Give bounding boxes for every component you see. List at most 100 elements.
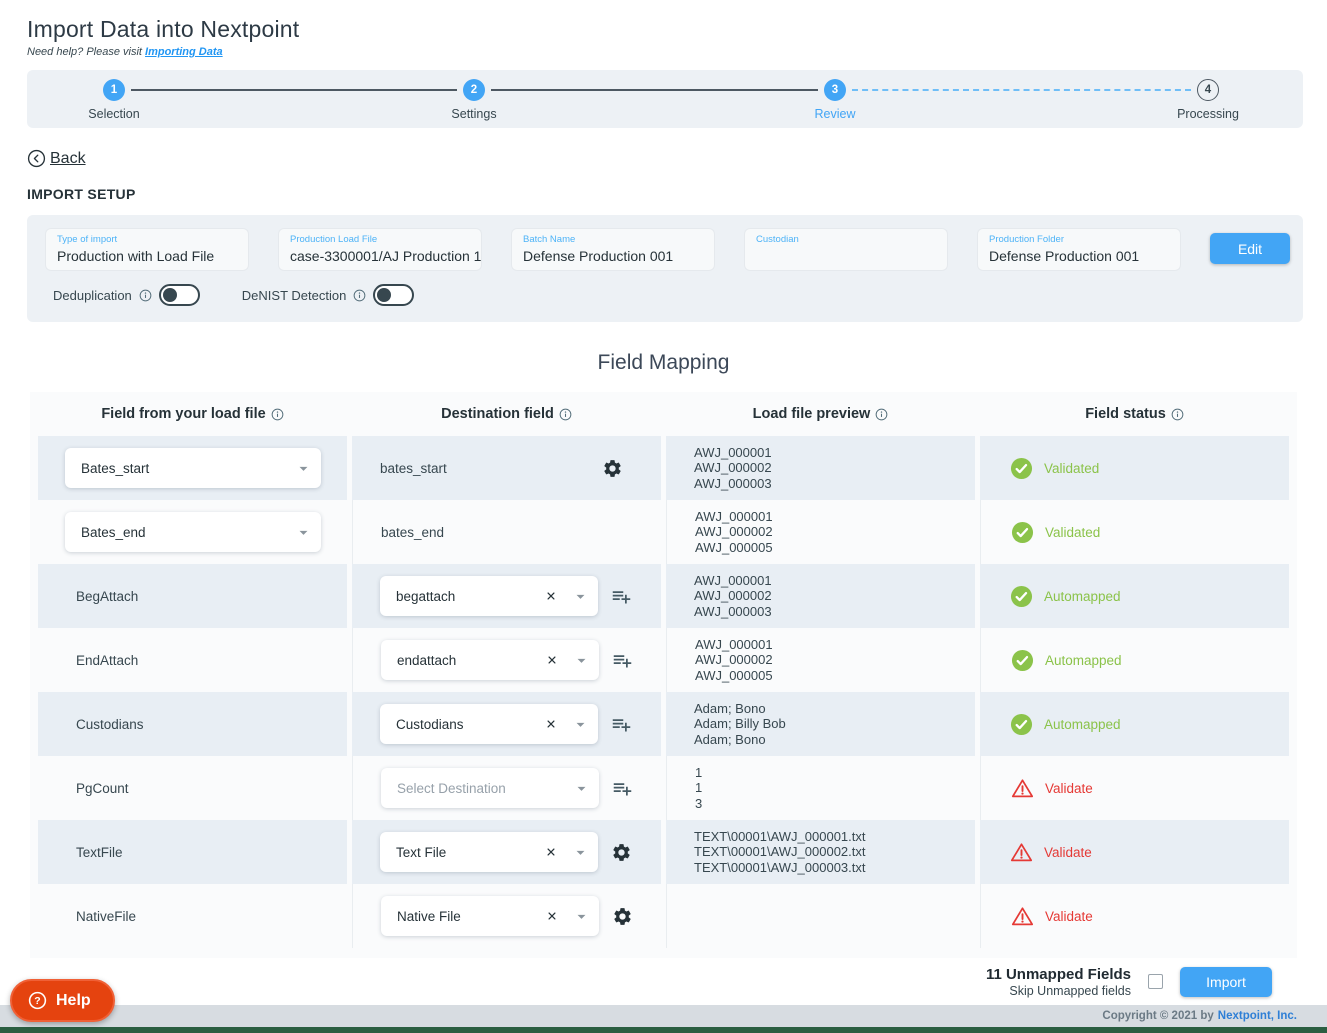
chevron-down-icon	[572, 651, 591, 670]
importing-data-link[interactable]: Importing Data	[145, 46, 223, 58]
clear-icon[interactable]	[546, 719, 556, 729]
clear-icon[interactable]	[546, 847, 556, 857]
info-icon[interactable]	[1171, 408, 1184, 421]
setup-card-batch-name: Batch NameDefense Production 001	[512, 229, 714, 270]
edit-button[interactable]: Edit	[1210, 233, 1290, 264]
cell-load-file-preview: AWJ_000001AWJ_000002AWJ_000003	[666, 436, 975, 500]
info-icon[interactable]	[271, 408, 284, 421]
preview-lines: Adam; BonoAdam; Billy BobAdam; Bono	[694, 701, 786, 748]
preview-line: TEXT\00001\AWJ_000002.txt	[694, 844, 866, 860]
clear-icon[interactable]	[547, 655, 557, 665]
table-header-row: Field from your load fileDestination fie…	[30, 392, 1297, 436]
step-review[interactable]: 3Review	[775, 79, 895, 121]
import-button[interactable]: Import	[1180, 967, 1272, 997]
help-label: Help	[56, 992, 91, 1010]
source-field-name: NativeFile	[38, 909, 136, 924]
info-icon[interactable]	[139, 289, 152, 302]
column-header-label: Destination field	[441, 406, 554, 422]
clear-icon[interactable]	[546, 591, 556, 601]
status-label: Validated	[1044, 461, 1099, 476]
info-icon[interactable]	[875, 408, 888, 421]
cell-destination-field: begattach	[352, 564, 661, 628]
cell-destination-field: Text File	[352, 820, 661, 884]
clear-icon[interactable]	[547, 911, 557, 921]
setup-card-type-of-import: Type of importProduction with Load File	[46, 229, 248, 270]
select-value: Text File	[380, 845, 446, 860]
skip-unmapped-label: Skip Unmapped fields	[986, 984, 1131, 998]
setup-card-production-load-file: Production Load Filecase-3300001/AJ Prod…	[279, 229, 481, 270]
toggles-row: DeduplicationDeNIST Detection	[53, 284, 414, 306]
preview-line: AWJ_000001	[695, 509, 773, 525]
source-field-name: BegAttach	[38, 589, 138, 604]
gear-icon[interactable]	[611, 842, 632, 863]
preview-line: AWJ_000003	[694, 604, 772, 620]
preview-line: AWJ_000002	[694, 588, 772, 604]
cell-destination-field: Custodians	[352, 692, 661, 756]
stepper-connector	[131, 89, 457, 91]
cell-destination-field: Select Destination	[352, 756, 661, 820]
toggle-label: DeNIST Detection	[242, 288, 347, 303]
help-button[interactable]: ? Help	[10, 979, 115, 1022]
page-header: Import Data into Nextpoint Need help? Pl…	[27, 16, 299, 58]
check-circle-icon	[1010, 457, 1033, 480]
preview-line: Adam; Billy Bob	[694, 716, 786, 732]
status-label[interactable]: Validate	[1045, 781, 1093, 796]
check-circle-icon	[1010, 713, 1033, 736]
nextpoint-link[interactable]: Nextpoint, Inc.	[1218, 1010, 1297, 1022]
info-icon[interactable]	[353, 289, 366, 302]
playlist-add-icon[interactable]	[612, 650, 633, 671]
gear-icon[interactable]	[602, 458, 623, 479]
destination-select[interactable]: Select Destination	[381, 768, 599, 808]
page-title: Import Data into Nextpoint	[27, 16, 299, 43]
status-label[interactable]: Validate	[1045, 909, 1093, 924]
setup-card-value: case-3300001/AJ Production 121	[290, 248, 470, 264]
check-circle-icon	[1011, 649, 1034, 672]
destination-select[interactable]: endattach	[381, 640, 599, 680]
field-mapping-title: Field Mapping	[0, 351, 1327, 375]
cell-source-field: NativeFile	[38, 884, 347, 948]
info-icon[interactable]	[559, 408, 572, 421]
preview-line: Adam; Bono	[694, 732, 786, 748]
back-circle-icon	[27, 149, 46, 168]
back-link[interactable]: Back	[27, 149, 86, 168]
select-value: Bates_start	[65, 461, 149, 476]
step-settings[interactable]: 2Settings	[414, 79, 534, 121]
action-bar: 11 Unmapped Fields Skip Unmapped fields …	[0, 958, 1327, 1005]
source-field-select[interactable]: Bates_end	[65, 512, 321, 552]
destination-select[interactable]: Custodians	[380, 704, 598, 744]
step-selection[interactable]: 1Selection	[54, 79, 174, 121]
step-processing[interactable]: 4Processing	[1148, 79, 1268, 121]
destination-field-name: bates_start	[380, 461, 447, 476]
playlist-add-icon[interactable]	[611, 586, 632, 607]
step-number: 2	[463, 79, 485, 101]
cell-field-status: Automapped	[980, 564, 1289, 628]
table-row-begattach: BegAttachbegattachAWJ_000001AWJ_000002AW…	[30, 564, 1297, 628]
preview-line: 3	[695, 796, 702, 812]
playlist-add-icon[interactable]	[612, 778, 633, 799]
playlist-add-icon[interactable]	[611, 714, 632, 735]
column-header-destination-field: Destination field	[352, 392, 661, 436]
cell-load-file-preview: 113	[666, 756, 975, 820]
status-label: Automapped	[1044, 717, 1121, 732]
copyright-text: Copyright © 2021 by	[1102, 1010, 1213, 1022]
chevron-down-icon	[571, 843, 590, 862]
preview-line: AWJ_000002	[694, 460, 772, 476]
destination-select[interactable]: begattach	[380, 576, 598, 616]
source-field-select[interactable]: Bates_start	[65, 448, 321, 488]
destination-select[interactable]: Text File	[380, 832, 598, 872]
table-row-bates_end: Bates_endbates_endAWJ_000001AWJ_000002AW…	[30, 500, 1297, 564]
preview-line: AWJ_000005	[695, 540, 773, 556]
question-icon: ?	[27, 990, 48, 1011]
step-number: 1	[103, 79, 125, 101]
destination-select[interactable]: Native File	[381, 896, 599, 936]
skip-unmapped-checkbox[interactable]	[1148, 974, 1163, 989]
chevron-down-icon	[572, 779, 591, 798]
gear-icon[interactable]	[612, 906, 633, 927]
chevron-down-icon	[571, 587, 590, 606]
cell-destination-field: endattach	[352, 628, 661, 692]
status-label[interactable]: Validate	[1044, 845, 1092, 860]
denist-detection-toggle[interactable]	[373, 284, 414, 306]
chevron-down-icon	[572, 907, 591, 926]
deduplication-toggle[interactable]	[159, 284, 200, 306]
select-value: Custodians	[380, 717, 464, 732]
